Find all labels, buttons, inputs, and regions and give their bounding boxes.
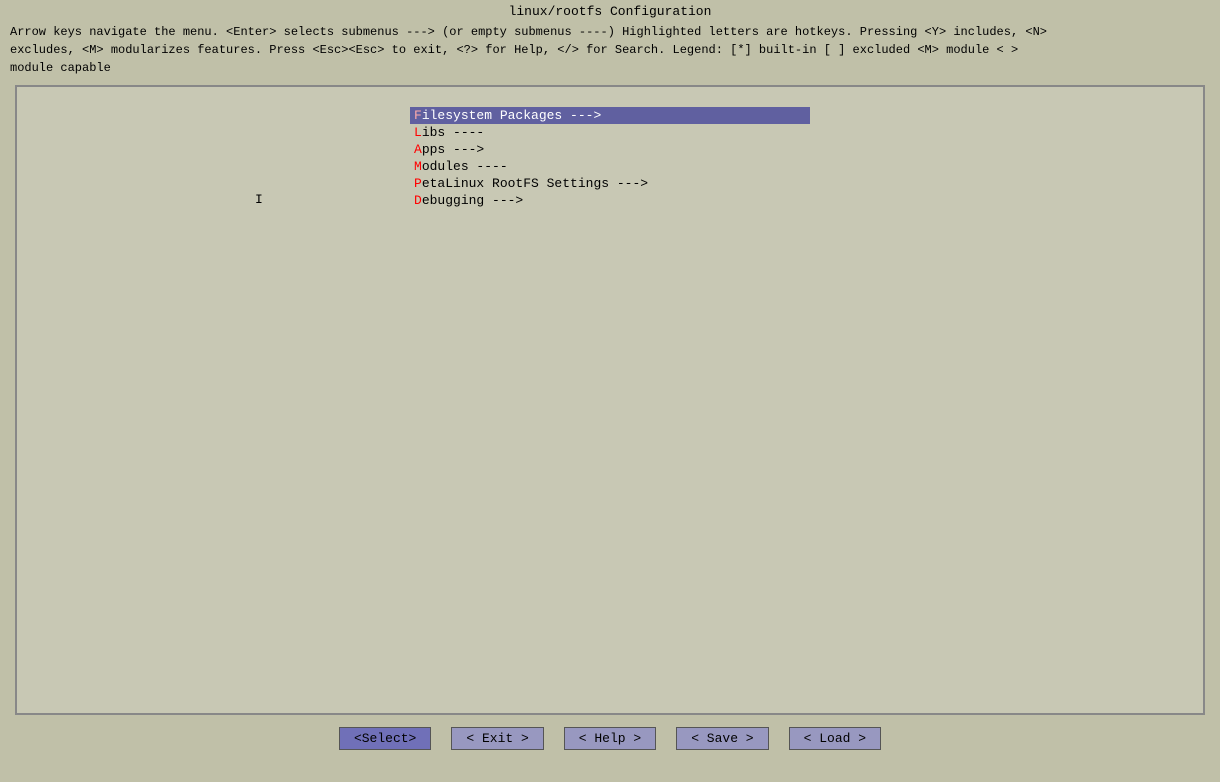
help-line-3: module capable (10, 59, 1210, 77)
menu-item-5[interactable]: Debugging ---> (410, 192, 810, 209)
help-text: Arrow keys navigate the menu. <Enter> se… (0, 21, 1220, 85)
menu-item-4[interactable]: PetaLinux RootFS Settings ---> (410, 175, 810, 192)
help-line-1: Arrow keys navigate the menu. <Enter> se… (10, 23, 1210, 41)
cursor: I (255, 192, 263, 207)
menu-item-0[interactable]: Filesystem Packages ---> (410, 107, 810, 124)
bottom-bar: <Select> < Exit > < Help > < Save > < Load > (0, 719, 1220, 758)
title-bar: linux/rootfs Configuration (0, 0, 1220, 21)
menu-item-1[interactable]: Libs ---- (410, 124, 810, 141)
help-line-2: excludes, <M> modularizes features. Pres… (10, 41, 1210, 59)
menu-item-2[interactable]: Apps ---> (410, 141, 810, 158)
title-text: linux/rootfs Configuration (509, 4, 712, 19)
save-button[interactable]: < Save > (676, 727, 768, 750)
menu-item-3[interactable]: Modules ---- (410, 158, 810, 175)
help-button[interactable]: < Help > (564, 727, 656, 750)
menu-area: Filesystem Packages --->Libs ----Apps --… (17, 87, 1203, 229)
select-button[interactable]: <Select> (339, 727, 431, 750)
load-button[interactable]: < Load > (789, 727, 881, 750)
exit-button[interactable]: < Exit > (451, 727, 543, 750)
main-content: I Filesystem Packages --->Libs ----Apps … (15, 85, 1205, 715)
